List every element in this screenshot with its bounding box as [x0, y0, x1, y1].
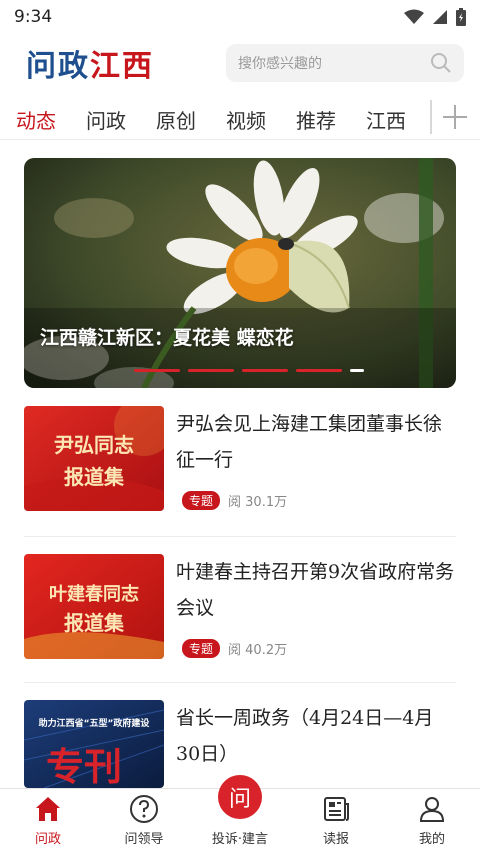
search-icon	[431, 53, 451, 73]
battery-icon	[456, 8, 466, 26]
divider	[24, 536, 456, 537]
wifi-icon	[404, 9, 424, 24]
newspaper-icon	[324, 797, 349, 821]
carousel-dot[interactable]	[134, 369, 180, 372]
user-icon	[419, 797, 445, 822]
thumb-text-2: 报道集	[64, 611, 125, 635]
nav-label: 我的	[418, 832, 445, 847]
status-icons	[404, 8, 466, 26]
tab-dongtai[interactable]: 动态	[16, 105, 56, 134]
search-input[interactable]: 搜你感兴趣的	[226, 44, 464, 82]
news-title: 叶建春主持召开第9次省政府常务会议	[176, 561, 455, 619]
add-channel-icon[interactable]	[440, 102, 470, 132]
tab-shipin[interactable]: 视频	[226, 105, 266, 134]
search-placeholder: 搜你感兴趣的	[238, 56, 322, 72]
nav-label: 问领导	[124, 832, 164, 847]
logo-part-1: 问政	[26, 49, 90, 84]
nav-read-paper[interactable]: 读报	[288, 789, 384, 853]
carousel-indicator	[134, 369, 364, 372]
banner-caption: 江西赣江新区：夏花美 蝶恋花	[40, 327, 294, 349]
bottom-nav: 问政 问领导 问 投诉·建言 读报 我的	[0, 775, 480, 853]
status-time: 9:34	[14, 7, 53, 27]
status-bar: 9:34	[0, 0, 480, 34]
tab-tuijian[interactable]: 推荐	[296, 105, 336, 134]
news-thumbnail: 助力江西省“五型”政府建设 专刊	[24, 700, 164, 788]
carousel-dot[interactable]	[242, 369, 288, 372]
tab-yuanchuang[interactable]: 原创	[156, 105, 196, 134]
home-icon	[36, 797, 60, 821]
thumb-text-2: 报道集	[64, 465, 125, 489]
nav-label: 问政	[34, 832, 61, 847]
channel-tabs: 动态 问政 原创 视频 推荐 江西	[0, 98, 480, 140]
topic-tag: 专题	[182, 639, 221, 658]
news-meta: 专题 阅 30.1万	[182, 491, 287, 510]
news-title: 省长一周政务（4月24日—4月30日）	[176, 707, 434, 765]
app-logo: 问政江西	[26, 41, 154, 85]
news-thumbnail: 叶建春同志 报道集	[24, 554, 164, 659]
news-thumbnail: 尹弘同志 报道集	[24, 406, 164, 511]
hero-banner[interactable]: 江西赣江新区：夏花美 蝶恋花	[24, 158, 456, 388]
logo-part-2: 江西	[90, 49, 154, 84]
thumb-text-2: 专刊	[46, 744, 122, 788]
nav-label: 读报	[322, 832, 349, 847]
news-item[interactable]: 尹弘同志 报道集 尹弘会见上海建工集团董事长徐征一行 专题 阅 30.1万	[24, 406, 456, 526]
signal-icon	[433, 10, 447, 24]
news-meta: 专题 阅 40.2万	[182, 639, 287, 658]
ask-icon: 问	[218, 775, 262, 819]
read-count: 阅 30.1万	[228, 495, 288, 510]
banner-image	[24, 158, 456, 388]
nav-label: 投诉·建言	[211, 832, 269, 847]
thumb-text-1: 叶建春同志	[49, 583, 139, 605]
nav-wenzheng[interactable]: 问政	[0, 789, 96, 853]
news-item[interactable]: 叶建春同志 报道集 叶建春主持召开第9次省政府常务会议 专题 阅 40.2万	[24, 554, 456, 674]
tab-divider	[430, 100, 432, 134]
carousel-dot[interactable]	[296, 369, 342, 372]
tab-scroll: 动态 问政 原创 视频 推荐 江西	[0, 98, 430, 140]
thumb-text-1: 助力江西省“五型”政府建设	[39, 717, 151, 729]
nav-mine[interactable]: 我的	[384, 789, 480, 853]
read-count: 阅 40.2万	[228, 643, 288, 658]
nav-complaint[interactable]: 问 投诉·建言	[192, 775, 288, 853]
tab-jiangxi[interactable]: 江西	[366, 105, 406, 134]
carousel-dot[interactable]	[188, 369, 234, 372]
question-icon	[130, 795, 158, 823]
news-title: 尹弘会见上海建工集团董事长徐征一行	[176, 413, 443, 471]
nav-ask-leader[interactable]: 问领导	[96, 789, 192, 853]
divider	[24, 682, 456, 683]
app-header: 问政江西 搜你感兴趣的	[0, 38, 480, 88]
carousel-dot-active[interactable]	[350, 369, 364, 372]
thumb-text-1: 尹弘同志	[54, 433, 134, 457]
topic-tag: 专题	[182, 491, 221, 510]
tab-wenzheng[interactable]: 问政	[86, 105, 126, 134]
